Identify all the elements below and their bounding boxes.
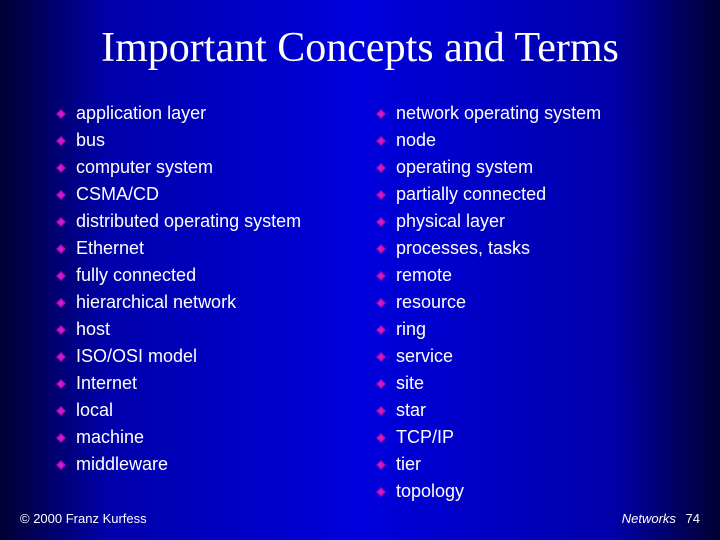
list-item-label: operating system: [396, 154, 533, 181]
list-item-label: TCP/IP: [396, 424, 454, 451]
footer-copyright: © 2000 Franz Kurfess: [20, 511, 147, 526]
list-item-label: hierarchical network: [76, 289, 236, 316]
list-item: remote: [376, 262, 680, 289]
list-item: computer system: [56, 154, 366, 181]
list-item: node: [376, 127, 680, 154]
diamond-bullet-icon: [376, 406, 386, 416]
right-column: network operating systemnodeoperating sy…: [366, 100, 680, 505]
diamond-bullet-icon: [376, 271, 386, 281]
list-item-label: node: [396, 127, 436, 154]
list-item-label: partially connected: [396, 181, 546, 208]
list-item: ISO/OSI model: [56, 343, 366, 370]
diamond-bullet-icon: [376, 352, 386, 362]
list-item-label: site: [396, 370, 424, 397]
list-item: host: [56, 316, 366, 343]
list-item: local: [56, 397, 366, 424]
diamond-bullet-icon: [56, 136, 66, 146]
list-item: fully connected: [56, 262, 366, 289]
list-item: topology: [376, 478, 680, 505]
diamond-bullet-icon: [376, 217, 386, 227]
list-item: star: [376, 397, 680, 424]
list-item: tier: [376, 451, 680, 478]
diamond-bullet-icon: [56, 298, 66, 308]
list-item-label: Internet: [76, 370, 137, 397]
list-item-label: service: [396, 343, 453, 370]
diamond-bullet-icon: [56, 460, 66, 470]
diamond-bullet-icon: [56, 190, 66, 200]
diamond-bullet-icon: [376, 487, 386, 497]
list-item: service: [376, 343, 680, 370]
diamond-bullet-icon: [56, 217, 66, 227]
diamond-bullet-icon: [376, 325, 386, 335]
list-item: TCP/IP: [376, 424, 680, 451]
list-item-label: distributed operating system: [76, 208, 301, 235]
footer-page: Networks 74: [622, 511, 700, 526]
list-item: application layer: [56, 100, 366, 127]
list-item: physical layer: [376, 208, 680, 235]
list-item: network operating system: [376, 100, 680, 127]
diamond-bullet-icon: [376, 379, 386, 389]
list-item: machine: [56, 424, 366, 451]
diamond-bullet-icon: [56, 163, 66, 173]
list-item-label: middleware: [76, 451, 168, 478]
list-item: Ethernet: [56, 235, 366, 262]
diamond-bullet-icon: [56, 244, 66, 254]
list-item-label: ISO/OSI model: [76, 343, 197, 370]
list-item-label: computer system: [76, 154, 213, 181]
diamond-bullet-icon: [376, 109, 386, 119]
diamond-bullet-icon: [56, 271, 66, 281]
list-item: ring: [376, 316, 680, 343]
footer-section: Networks: [622, 511, 676, 526]
list-item: middleware: [56, 451, 366, 478]
list-item: processes, tasks: [376, 235, 680, 262]
list-item-label: remote: [396, 262, 452, 289]
list-item-label: ring: [396, 316, 426, 343]
diamond-bullet-icon: [56, 406, 66, 416]
list-item-label: host: [76, 316, 110, 343]
list-item-label: local: [76, 397, 113, 424]
list-item: distributed operating system: [56, 208, 366, 235]
left-column: application layerbuscomputer systemCSMA/…: [56, 100, 366, 505]
diamond-bullet-icon: [376, 244, 386, 254]
list-item-label: machine: [76, 424, 144, 451]
list-item-label: star: [396, 397, 426, 424]
diamond-bullet-icon: [376, 163, 386, 173]
list-item: operating system: [376, 154, 680, 181]
list-item: Internet: [56, 370, 366, 397]
diamond-bullet-icon: [376, 298, 386, 308]
list-item-label: resource: [396, 289, 466, 316]
list-item: resource: [376, 289, 680, 316]
diamond-bullet-icon: [56, 109, 66, 119]
list-item-label: CSMA/CD: [76, 181, 159, 208]
list-item: bus: [56, 127, 366, 154]
list-item: partially connected: [376, 181, 680, 208]
list-item: hierarchical network: [56, 289, 366, 316]
list-item-label: tier: [396, 451, 421, 478]
footer-page-number: 74: [686, 511, 700, 526]
list-item-label: fully connected: [76, 262, 196, 289]
slide-title: Important Concepts and Terms: [0, 0, 720, 72]
list-item-label: topology: [396, 478, 464, 505]
list-item: CSMA/CD: [56, 181, 366, 208]
list-item-label: processes, tasks: [396, 235, 530, 262]
list-item: site: [376, 370, 680, 397]
diamond-bullet-icon: [376, 433, 386, 443]
diamond-bullet-icon: [376, 460, 386, 470]
list-item-label: bus: [76, 127, 105, 154]
list-item-label: Ethernet: [76, 235, 144, 262]
list-item-label: application layer: [76, 100, 206, 127]
diamond-bullet-icon: [376, 190, 386, 200]
content-columns: application layerbuscomputer systemCSMA/…: [0, 100, 720, 505]
list-item-label: physical layer: [396, 208, 505, 235]
list-item-label: network operating system: [396, 100, 601, 127]
diamond-bullet-icon: [56, 352, 66, 362]
diamond-bullet-icon: [56, 325, 66, 335]
diamond-bullet-icon: [56, 379, 66, 389]
diamond-bullet-icon: [376, 136, 386, 146]
diamond-bullet-icon: [56, 433, 66, 443]
